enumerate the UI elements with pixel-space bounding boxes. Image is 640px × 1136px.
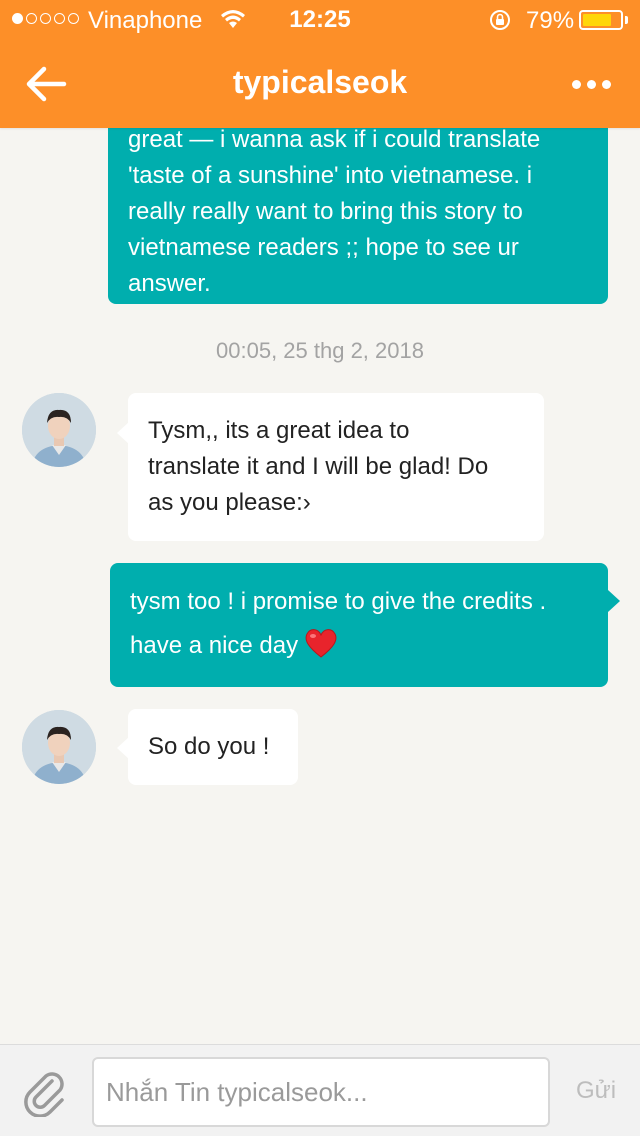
user-photo-icon xyxy=(22,393,96,467)
outgoing-message[interactable]: tysm too ! i promise to give the credits… xyxy=(110,563,608,687)
outgoing-message[interactable]: great — i wanna ask if i could translate… xyxy=(108,100,608,304)
message-line: answer. xyxy=(128,270,211,297)
rotation-lock-icon xyxy=(490,10,510,30)
status-bar: Vinaphone 12:25 79% xyxy=(0,0,640,40)
battery-icon xyxy=(579,10,623,30)
incoming-message[interactable]: So do you ! xyxy=(128,709,298,785)
chat-header: typicalseok xyxy=(0,40,640,128)
message-line: 'taste of a sunshine' into vietnamese. i xyxy=(128,162,533,189)
conversation-title: typicalseok xyxy=(232,64,408,100)
chat-area[interactable]: great — i wanna ask if i could translate… xyxy=(0,0,640,1044)
message-line: have a nice day xyxy=(130,632,299,659)
message-line: translate it and I will be glad! Do xyxy=(148,453,489,480)
heart-emoji-icon xyxy=(305,629,337,658)
message-input[interactable] xyxy=(92,1057,550,1127)
send-button[interactable]: Gửi xyxy=(566,1069,626,1113)
message-line: So do you ! xyxy=(148,733,270,760)
message-line: vietnamese readers ;; hope to see ur xyxy=(128,234,519,261)
avatar[interactable] xyxy=(22,393,96,467)
message-input-bar: Gửi xyxy=(0,1044,640,1136)
message-timestamp: 00:05, 25 thg 2, 2018 xyxy=(216,338,424,363)
battery-percent: 79% xyxy=(526,7,575,34)
paperclip-icon[interactable] xyxy=(22,1069,70,1117)
message-line: Tysm,, its a great idea to xyxy=(148,417,410,444)
top-bar: Vinaphone 12:25 79% typicalseok xyxy=(0,0,640,128)
message-line: as you please:› xyxy=(148,489,311,516)
message-line: tysm too ! i promise to give the credits… xyxy=(130,588,547,615)
more-options-icon[interactable] xyxy=(572,70,620,98)
user-photo-icon xyxy=(22,710,96,784)
avatar[interactable] xyxy=(22,710,96,784)
message-line: really really want to bring this story t… xyxy=(128,198,523,225)
incoming-message[interactable]: Tysm,, its a great idea to translate it … xyxy=(128,393,544,541)
